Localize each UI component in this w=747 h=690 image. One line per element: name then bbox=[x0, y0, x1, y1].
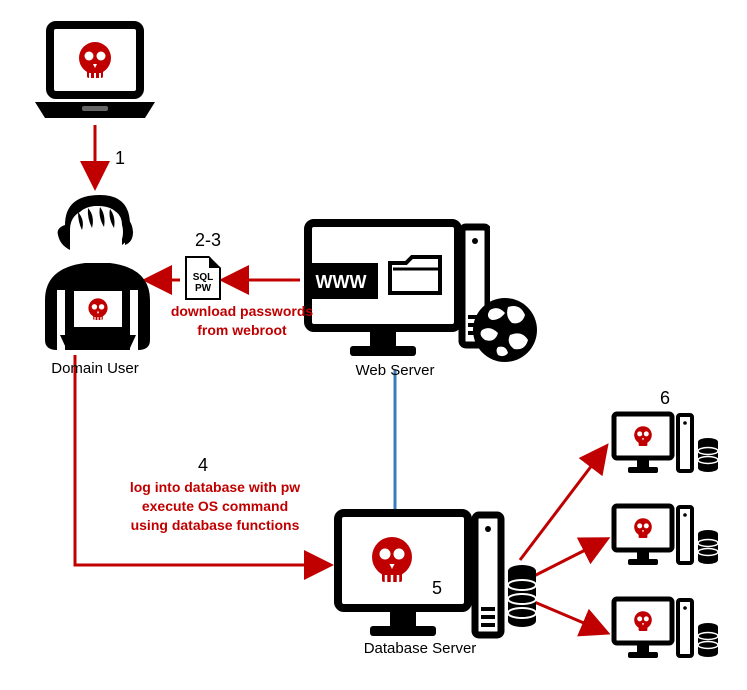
web-server-icon: WWW bbox=[300, 215, 490, 365]
laptop-compromised-icon bbox=[30, 20, 160, 125]
doc-line1: SQL bbox=[193, 272, 214, 283]
domain-user-label: Domain User bbox=[30, 360, 160, 377]
small-server-1 bbox=[610, 410, 730, 485]
svg-text:WWW: WWW bbox=[316, 272, 367, 292]
small-server-3 bbox=[610, 595, 730, 670]
database-server-label: Database Server bbox=[340, 640, 500, 657]
document-icon: SQL PW bbox=[185, 256, 221, 300]
annotation-login: log into database with pw execute OS com… bbox=[110, 478, 320, 535]
step-6: 6 bbox=[660, 388, 670, 409]
small-server-2 bbox=[610, 502, 730, 577]
doc-line2: PW bbox=[195, 283, 211, 294]
step-2-3: 2-3 bbox=[195, 230, 221, 251]
domain-user-icon bbox=[30, 190, 160, 360]
step-5: 5 bbox=[432, 578, 442, 599]
step-1: 1 bbox=[115, 148, 125, 169]
globe-icon bbox=[470, 295, 540, 365]
annotation-download: download passwords from webroot bbox=[162, 302, 322, 340]
step-4: 4 bbox=[198, 455, 208, 476]
web-server-label: Web Server bbox=[320, 362, 470, 379]
